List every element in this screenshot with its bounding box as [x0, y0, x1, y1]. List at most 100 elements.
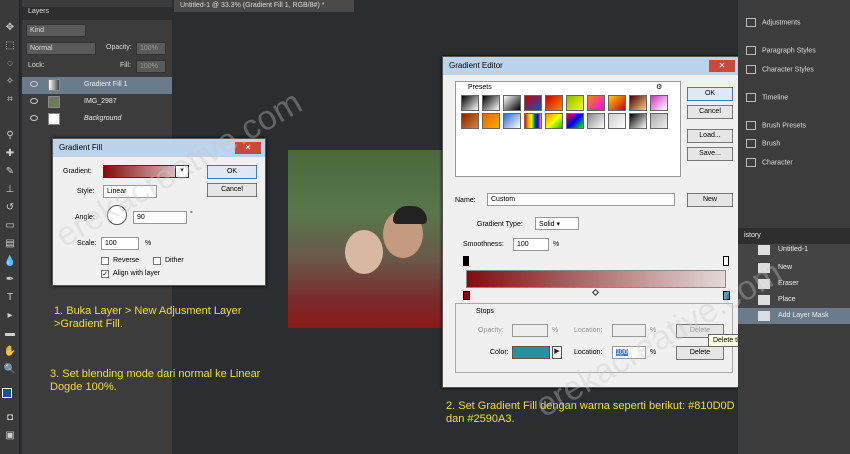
gradient-preset-swatch[interactable]: [629, 95, 647, 111]
paragraph-icon: [746, 46, 756, 55]
smoothness-field[interactable]: 100: [513, 238, 549, 251]
panel-item-adjustments[interactable]: Adjustments: [746, 18, 850, 27]
gradient-preset-swatch[interactable]: [608, 113, 626, 129]
history-item[interactable]: Add Layer Mask: [738, 308, 850, 324]
gradient-preset-swatch[interactable]: [482, 95, 500, 111]
layer-name: Gradient Fill 1: [84, 81, 128, 88]
smoothness-label: Smoothness:: [463, 241, 504, 248]
gradient-preset-swatch[interactable]: [587, 95, 605, 111]
gradient-preset-swatch[interactable]: [503, 113, 521, 129]
brush-presets-icon: [746, 121, 756, 130]
gradient-preset-swatch[interactable]: [608, 95, 626, 111]
panel-item-brush-presets[interactable]: Brush Presets: [746, 121, 850, 130]
opacity-stop-left[interactable]: [463, 256, 469, 266]
play-icon[interactable]: ▶: [552, 346, 562, 359]
gear-icon[interactable]: ⚙: [656, 83, 662, 91]
layer-row[interactable]: Gradient Fill 1: [22, 77, 172, 94]
fill-field[interactable]: 100%: [136, 60, 166, 73]
eyedropper-tool-icon[interactable]: ⚲: [3, 130, 17, 142]
gradient-tool-icon[interactable]: ▤: [3, 238, 17, 250]
zoom-tool-icon[interactable]: 🔍: [3, 364, 17, 376]
instruction-note-2: 2. Set Gradient Fill dengan warna sepert…: [446, 400, 735, 425]
dither-label: Dither: [165, 257, 184, 264]
load-button[interactable]: Load...: [687, 129, 733, 143]
type-tool-icon[interactable]: T: [3, 292, 17, 304]
gradient-preset-swatch[interactable]: [629, 113, 647, 129]
gradient-preset-swatch[interactable]: [587, 113, 605, 129]
path-select-icon[interactable]: ▸: [3, 310, 17, 322]
gradient-preset-swatch[interactable]: [650, 113, 668, 129]
cancel-button[interactable]: Cancel: [687, 105, 733, 119]
color-swatch[interactable]: [512, 346, 550, 359]
visibility-eye-icon[interactable]: [30, 115, 38, 121]
gradient-preset-swatch[interactable]: [524, 95, 542, 111]
gradient-preset-swatch[interactable]: [545, 95, 563, 111]
foreground-color-swatch[interactable]: [2, 388, 12, 398]
panel-item-paragraph-styles[interactable]: Paragraph Styles: [746, 46, 850, 55]
color-label: Color:: [490, 349, 509, 356]
gradient-preset-swatch[interactable]: [482, 113, 500, 129]
dither-checkbox[interactable]: [153, 257, 161, 265]
lasso-tool-icon[interactable]: ◌: [3, 58, 17, 70]
blend-mode-select[interactable]: Normal: [26, 42, 96, 55]
healing-tool-icon[interactable]: ✚: [3, 148, 17, 160]
panel-item-brush[interactable]: Brush: [746, 139, 850, 148]
history-brush-icon[interactable]: ↺: [3, 202, 17, 214]
presets-grid: [461, 95, 671, 147]
stamp-tool-icon[interactable]: ⊥: [3, 184, 17, 196]
reverse-checkbox[interactable]: [101, 257, 109, 265]
gradient-label: Gradient:: [63, 168, 92, 175]
marquee-tool-icon[interactable]: ⬚: [3, 40, 17, 52]
name-field[interactable]: Custom: [487, 193, 675, 206]
opacity-field[interactable]: [512, 324, 548, 337]
gradient-preset-swatch[interactable]: [503, 95, 521, 111]
gradient-preset-swatch[interactable]: [524, 113, 542, 129]
gradient-preset-swatch[interactable]: [566, 95, 584, 111]
location-label: Location:: [574, 327, 603, 334]
screen-mode-icon[interactable]: ▣: [3, 430, 17, 442]
kind-filter[interactable]: Kind: [26, 24, 86, 37]
color-stop-left[interactable]: [463, 291, 470, 300]
align-checkbox[interactable]: ✓: [101, 270, 109, 278]
document-tab[interactable]: Untitled-1 @ 33.3% (Gradient Fill 1, RGB…: [174, 0, 354, 12]
panel-item-character-styles[interactable]: Character Styles: [746, 65, 850, 74]
brush-tool-icon[interactable]: ✎: [3, 166, 17, 178]
gradient-preset-swatch[interactable]: [461, 113, 479, 129]
gradient-preset-swatch[interactable]: [650, 95, 668, 111]
move-tool-icon[interactable]: ✥: [3, 22, 17, 34]
new-button[interactable]: New: [687, 193, 733, 207]
hand-tool-icon[interactable]: ✋: [3, 346, 17, 358]
blur-tool-icon[interactable]: 💧: [3, 256, 17, 268]
close-icon[interactable]: ✕: [709, 60, 735, 72]
gradient-preset-swatch[interactable]: [461, 95, 479, 111]
layer-row[interactable]: IMG_2987: [22, 94, 172, 111]
delete-button[interactable]: Delete: [676, 346, 724, 360]
layer-row[interactable]: Background: [22, 111, 172, 128]
gradient-preview-bar[interactable]: [466, 270, 726, 288]
visibility-eye-icon[interactable]: [30, 81, 38, 87]
visibility-eye-icon[interactable]: [30, 98, 38, 104]
text-icon: [746, 158, 756, 167]
eraser-tool-icon[interactable]: ▭: [3, 220, 17, 232]
opacity-label: Opacity:: [106, 44, 132, 51]
layers-tab[interactable]: Layers: [22, 7, 172, 20]
ok-button[interactable]: OK: [687, 87, 733, 101]
timeline-icon: [746, 93, 756, 102]
shape-tool-icon[interactable]: ▬: [3, 328, 17, 340]
magic-wand-tool-icon[interactable]: ✧: [3, 76, 17, 88]
gradient-type-select[interactable]: Solid ▾: [535, 217, 579, 230]
pen-tool-icon[interactable]: ✒: [3, 274, 17, 286]
history-snapshot[interactable]: Untitled-1: [738, 242, 850, 258]
panel-item-timeline[interactable]: Timeline: [746, 93, 850, 102]
scale-field[interactable]: 100: [101, 237, 139, 250]
crop-tool-icon[interactable]: ⌗: [3, 94, 17, 106]
opacity-stop-right[interactable]: [723, 256, 729, 266]
panel-item-character[interactable]: Character: [746, 158, 850, 167]
quick-mask-icon[interactable]: ◘: [3, 412, 17, 424]
layer-thumbnail: [48, 96, 60, 108]
opacity-field[interactable]: 100%: [136, 42, 166, 55]
save-button[interactable]: Save...: [687, 147, 733, 161]
gradient-preset-swatch[interactable]: [545, 113, 563, 129]
gradient-preset-swatch[interactable]: [566, 113, 584, 129]
cancel-button[interactable]: Cancel: [207, 183, 257, 197]
